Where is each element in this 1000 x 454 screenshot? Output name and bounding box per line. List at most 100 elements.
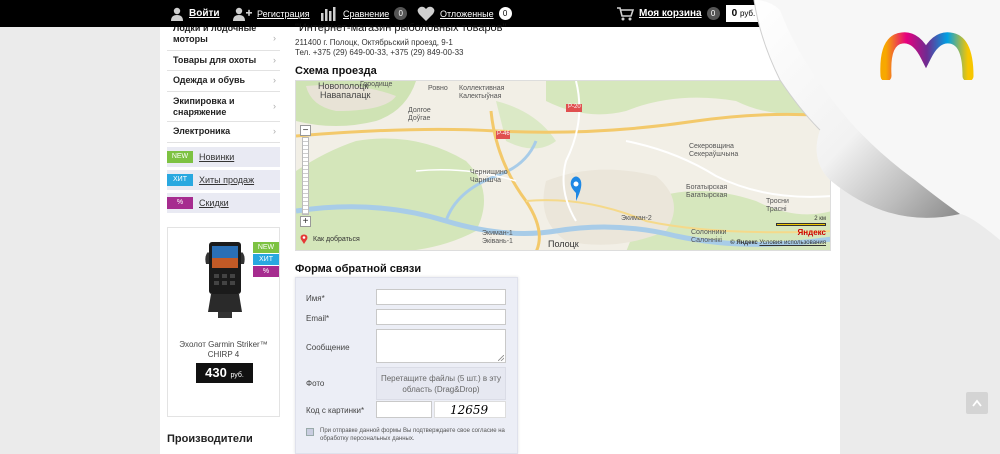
map-place-label: Трасні bbox=[766, 206, 787, 213]
map-zoom-control: − + bbox=[300, 125, 311, 227]
road-label: Р-20 bbox=[568, 104, 581, 110]
chevron-right-icon: › bbox=[273, 126, 276, 136]
cart-link[interactable]: Моя корзина 0 0 руб. bbox=[617, 0, 762, 27]
compare-count-badge: 0 bbox=[394, 7, 408, 20]
login-link[interactable]: Войти bbox=[170, 0, 220, 27]
compare-label: Сравнение bbox=[343, 8, 390, 19]
chevron-right-icon: › bbox=[273, 75, 276, 85]
resize-handle-icon bbox=[498, 355, 504, 361]
sale-tag: % bbox=[167, 197, 193, 209]
name-label: Имя* bbox=[306, 294, 325, 303]
consent-checkbox[interactable] bbox=[306, 428, 314, 436]
shop-address-block: 211400 г. Полоцк, Октябрьский проезд, 9-… bbox=[295, 38, 464, 58]
map-place-label: Полоцк bbox=[548, 239, 579, 249]
promo-hits[interactable]: ХИТ Хиты продаж bbox=[167, 170, 280, 190]
sidebar-item-hunting[interactable]: Товары для охоты › bbox=[167, 51, 280, 71]
wishlist-label: Отложенные bbox=[440, 8, 494, 19]
scale-bar bbox=[776, 223, 826, 226]
login-label: Войти bbox=[189, 8, 220, 19]
sidebar-item-label: Лодки и лодочные моторы bbox=[173, 27, 257, 44]
map-place-label: Городище bbox=[360, 81, 393, 88]
map-place-label: Чарнішча bbox=[470, 177, 502, 184]
map-place-label: Доўгае bbox=[408, 115, 431, 122]
shop-title: "Интернет-магазин рыболовных товаров" bbox=[295, 22, 507, 34]
feedback-form: Имя* Email* Сообщение Фото Перетащите фа… bbox=[295, 277, 518, 454]
product-price-value: 430 bbox=[205, 365, 227, 380]
cart-currency: руб. bbox=[739, 9, 756, 18]
file-dropzone[interactable]: Перетащите файлы (5 шт.) в эту область (… bbox=[376, 367, 506, 400]
sidebar-item-boats[interactable]: Лодки и лодочные моторы › bbox=[167, 27, 280, 51]
photo-label: Фото bbox=[306, 379, 325, 388]
map-place-label: Салоннікі bbox=[691, 237, 722, 244]
directions-label: Как добраться bbox=[313, 235, 360, 243]
promo-new[interactable]: NEW Новинки bbox=[167, 147, 280, 167]
zoom-out-button[interactable]: − bbox=[300, 125, 311, 136]
sale-tag: % bbox=[253, 266, 279, 277]
sidebar-item-label: Товары для охоты bbox=[173, 55, 257, 65]
shop-address: 211400 г. Полоцк, Октябрьский проезд, 9-… bbox=[295, 38, 453, 47]
sidebar-item-label: Электроника bbox=[173, 126, 231, 136]
sidebar-item-label: Одежда и обувь bbox=[173, 75, 246, 85]
map-place-label: Солонники bbox=[691, 229, 727, 236]
map-canvas bbox=[296, 81, 830, 250]
chevron-right-icon: › bbox=[273, 32, 276, 43]
cart-total-value: 0 bbox=[731, 8, 738, 19]
chevron-up-icon bbox=[972, 399, 982, 407]
message-field[interactable] bbox=[376, 329, 506, 363]
consent-text: При отправке данной формы Вы подтверждае… bbox=[320, 428, 505, 442]
brand-logo-icon bbox=[880, 32, 974, 80]
yandex-logo: Яндекс bbox=[797, 228, 826, 237]
bar-chart-icon bbox=[321, 6, 336, 21]
map-place-label: Секераўшчына bbox=[689, 151, 739, 158]
cart-count-badge: 0 bbox=[706, 7, 720, 20]
email-field[interactable] bbox=[376, 309, 506, 325]
scroll-to-top-button[interactable] bbox=[966, 392, 988, 414]
shop-phones: Тел. +375 (29) 649-00-33, +375 (29) 849-… bbox=[295, 48, 464, 57]
cart-icon bbox=[617, 6, 634, 20]
sidebar-item-equipment[interactable]: Экипировка и снаряжение › bbox=[167, 92, 280, 122]
map-place-label: Тросни bbox=[766, 198, 789, 205]
sidebar-item-label: Экипировка и снаряжение bbox=[173, 96, 235, 117]
map-place-label: Калектыўная bbox=[459, 93, 502, 100]
map-copyright: © Яндекс Условия использования bbox=[730, 240, 826, 246]
product-name[interactable]: Эхолот Garmin Striker™ CHIRP 4 bbox=[172, 340, 275, 360]
sidebar-item-electronics[interactable]: Электроника › bbox=[167, 122, 280, 143]
promo-sale[interactable]: % Скидки bbox=[167, 193, 280, 213]
new-tag: NEW bbox=[167, 151, 193, 163]
map-place-label: Экиман-2 bbox=[621, 215, 652, 222]
terms-link[interactable]: Условия использования bbox=[759, 240, 826, 246]
map-place-label: Эківань-1 bbox=[482, 238, 513, 245]
map-place-label: Секеровщина bbox=[689, 143, 734, 150]
register-label: Регистрация bbox=[257, 8, 310, 19]
captcha-label: Код с картинки* bbox=[306, 406, 365, 415]
map-pin-icon bbox=[300, 234, 308, 244]
message-label: Сообщение bbox=[306, 343, 350, 352]
map-place-label: Навапалацк bbox=[320, 90, 371, 100]
name-field[interactable] bbox=[376, 289, 506, 305]
sidebar: Лодки и лодочные моторы › Товары для охо… bbox=[167, 27, 280, 213]
manufacturers-heading: Производители bbox=[167, 433, 253, 445]
map-place-label: Богатырская bbox=[686, 184, 728, 191]
scale-label: 2 км bbox=[814, 216, 826, 222]
map-heading: Схема проезда bbox=[295, 65, 377, 77]
promo-label: Скидки bbox=[199, 198, 229, 208]
map-place-label: Ровно bbox=[428, 85, 448, 92]
map-place-label: Коллективная bbox=[459, 85, 505, 92]
consent-row: При отправке данной формы Вы подтверждае… bbox=[306, 427, 511, 443]
email-label: Email* bbox=[306, 314, 330, 323]
map-place-label: Чернищино bbox=[470, 169, 508, 176]
captcha-field[interactable] bbox=[376, 401, 432, 418]
sidebar-item-clothing[interactable]: Одежда и обувь › bbox=[167, 71, 280, 92]
user-icon bbox=[171, 7, 183, 21]
heart-icon bbox=[417, 6, 435, 21]
yandex-map[interactable]: Р-20 Р-46 Новополоцк Навапалацк Ровно Ко… bbox=[295, 80, 831, 251]
product-card[interactable]: NEW ХИТ % Эхолот Garmin Striker™ CHIRP 4… bbox=[167, 227, 280, 417]
hit-tag: ХИТ bbox=[253, 254, 279, 265]
zoom-in-button[interactable]: + bbox=[300, 216, 311, 227]
copyright-label: © Яндекс bbox=[730, 240, 758, 246]
directions-link[interactable]: Как добраться bbox=[300, 234, 360, 244]
promo-label: Новинки bbox=[199, 152, 235, 162]
zoom-slider[interactable] bbox=[302, 137, 309, 215]
chevron-right-icon: › bbox=[273, 54, 276, 65]
product-tags: NEW ХИТ % bbox=[253, 242, 279, 278]
